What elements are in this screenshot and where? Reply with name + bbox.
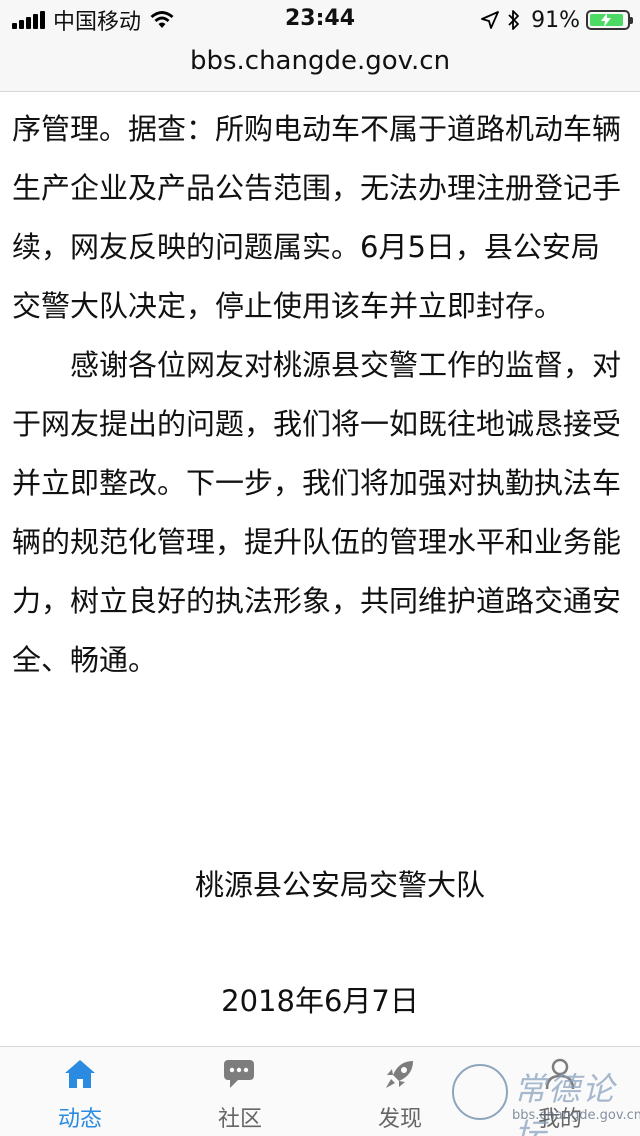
battery-icon <box>586 10 633 30</box>
tab-dynamics[interactable]: 动态 <box>0 1047 160 1136</box>
battery-level-fill <box>590 13 623 27</box>
forum-watermark: 常德论坛 bbs.changde.gov.cn <box>452 1060 640 1136</box>
battery-percent: 91% <box>531 7 580 33</box>
tab-label: 发现 <box>377 1107 422 1132</box>
home-icon <box>60 1055 100 1093</box>
watermark-title: 常德论坛 <box>514 1070 617 1136</box>
signature-date: 2018年6月7日 <box>221 984 419 1018</box>
watermark-url: bbs.changde.gov.cn <box>512 1108 640 1123</box>
charging-bolt-icon <box>601 13 612 27</box>
watermark-seal <box>452 1064 508 1120</box>
chat-icon <box>220 1055 260 1093</box>
tab-label: 社区 <box>217 1107 262 1132</box>
tab-label: 动态 <box>57 1107 102 1132</box>
location-icon <box>481 11 499 29</box>
tab-community[interactable]: 社区 <box>160 1047 320 1136</box>
status-right: 91% <box>473 6 633 34</box>
article-paragraph: 序管理。据查：所购电动车不属于道路机动车辆生产企业及产品公告范围，无法办理注册登… <box>12 112 622 323</box>
status-bar: 中国移动 23:44 91% <box>0 0 640 40</box>
article-body: 序管理。据查：所购电动车不属于道路机动车辆生产企业及产品公告范围，无法办理注册登… <box>12 100 628 690</box>
article-paragraph: 感谢各位网友对桃源县交警工作的监督，对于网友提出的问题，我们将一如既往地诚恳接受… <box>12 348 622 677</box>
signature-organization: 桃源县公安局交警大队 <box>194 868 485 902</box>
url-text[interactable]: bbs.changde.gov.cn <box>190 46 450 76</box>
address-bar[interactable]: bbs.changde.gov.cn <box>0 40 640 92</box>
bluetooth-icon <box>508 10 519 30</box>
rocket-icon <box>380 1055 420 1093</box>
